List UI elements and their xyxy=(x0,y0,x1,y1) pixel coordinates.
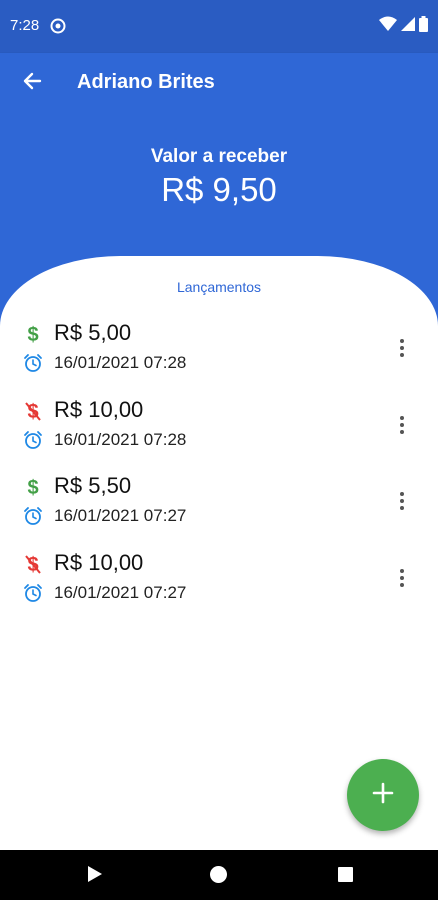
nav-home-icon[interactable] xyxy=(210,866,227,883)
svg-text:$: $ xyxy=(27,477,38,498)
money-off-icon: $ xyxy=(24,400,42,423)
entry-amount: R$ 10,00 xyxy=(54,550,144,575)
list-item[interactable]: $ R$ 5,00 16/01/2021 07:28 xyxy=(0,318,438,388)
system-nav-bar xyxy=(0,850,438,900)
page-title: Adriano Brites xyxy=(77,71,215,93)
dollar-icon: $ xyxy=(24,323,42,346)
list-item[interactable]: $ R$ 5,50 16/01/2021 07:27 xyxy=(0,471,438,541)
more-vert-icon[interactable] xyxy=(392,334,412,362)
svg-text:$: $ xyxy=(27,324,38,345)
entry-amount: R$ 10,00 xyxy=(54,397,144,422)
plus-icon xyxy=(372,782,394,809)
list-item[interactable]: $ R$ 10,00 16/01/2021 07:28 xyxy=(0,395,438,465)
money-off-icon: $ xyxy=(24,553,42,576)
entry-amount: R$ 5,50 xyxy=(54,473,132,498)
balance-label: Valor a receber xyxy=(150,146,288,167)
balance-value: R$ 9,50 xyxy=(161,171,277,208)
nav-back-icon[interactable] xyxy=(86,865,104,888)
nav-recents-icon[interactable] xyxy=(338,867,353,882)
dollar-icon: $ xyxy=(24,476,42,499)
status-bar: 7:28 xyxy=(0,0,438,53)
entry-datetime: 16/01/2021 07:28 xyxy=(54,353,187,372)
app-bar: Adriano Brites xyxy=(0,53,438,113)
notification-icon xyxy=(50,18,66,39)
alarm-clock-icon xyxy=(23,430,43,450)
list-item[interactable]: $ R$ 10,00 16/01/2021 07:27 xyxy=(0,548,438,618)
entries-title: Lançamentos xyxy=(176,279,262,295)
entry-datetime: 16/01/2021 07:27 xyxy=(54,583,187,602)
alarm-clock-icon xyxy=(23,506,43,526)
battery-icon xyxy=(419,16,428,37)
more-vert-icon[interactable] xyxy=(392,411,412,439)
add-entry-button[interactable] xyxy=(347,759,419,831)
alarm-clock-icon xyxy=(23,583,43,603)
arrow-back-icon xyxy=(22,71,42,96)
entry-amount: R$ 5,00 xyxy=(54,320,132,345)
back-button[interactable] xyxy=(16,67,48,99)
more-vert-icon[interactable] xyxy=(392,487,412,515)
wifi-icon xyxy=(379,16,397,37)
entry-datetime: 16/01/2021 07:28 xyxy=(54,430,187,449)
status-time: 7:28 xyxy=(10,17,40,34)
more-vert-icon[interactable] xyxy=(392,564,412,592)
entry-datetime: 16/01/2021 07:27 xyxy=(54,506,187,525)
signal-icon xyxy=(401,16,415,37)
alarm-clock-icon xyxy=(23,353,43,373)
